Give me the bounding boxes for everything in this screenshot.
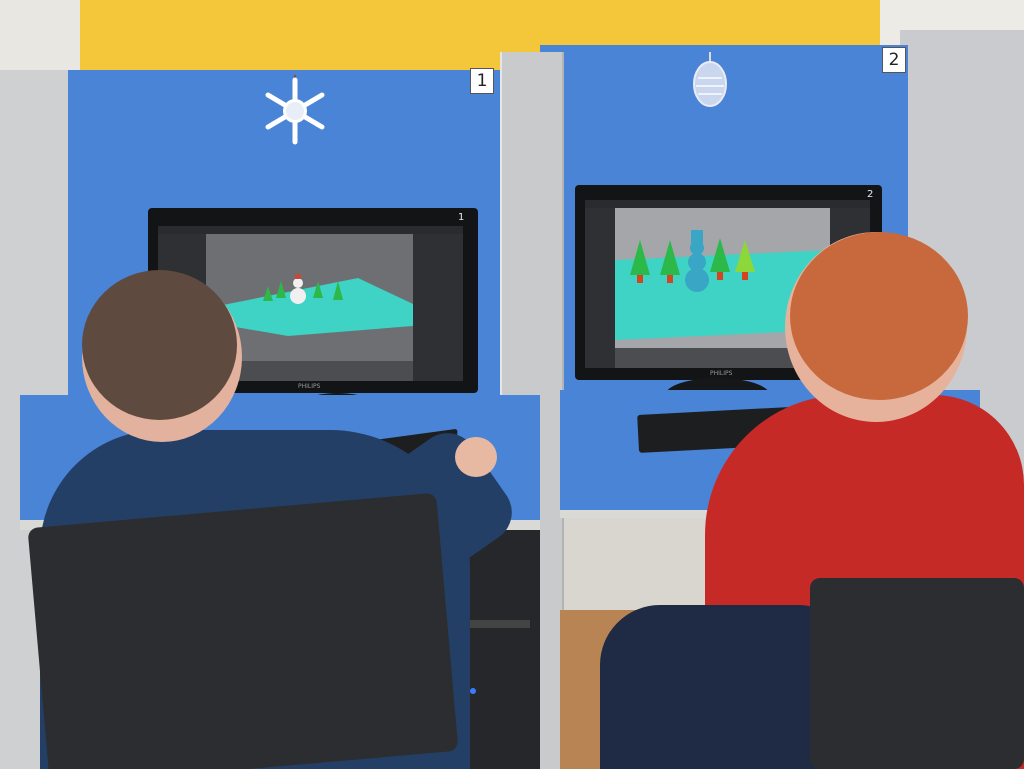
chair-right [810, 578, 1024, 769]
monitor-brand-right: PHILIPS [710, 370, 733, 377]
booth-number-label-1: 1 [470, 68, 494, 94]
child-right-hair [790, 232, 968, 400]
chair-left [27, 492, 459, 769]
snowflake-ornament-icon [265, 75, 325, 145]
child-left-hair [82, 270, 237, 420]
monitor-label-left: 1 [458, 212, 465, 223]
christmas-ball-ornament-icon [693, 52, 727, 107]
photo-scene: 1 2 1 PHILIPS 2 PHILIPS [0, 0, 1024, 769]
child-left-hand [455, 437, 497, 477]
child-right-jeans [600, 605, 840, 769]
monitor-brand-left: PHILIPS [298, 383, 321, 390]
monitor-label-right: 2 [867, 189, 874, 200]
booth-number-label-2: 2 [882, 47, 906, 73]
pc-power-led [470, 688, 476, 694]
